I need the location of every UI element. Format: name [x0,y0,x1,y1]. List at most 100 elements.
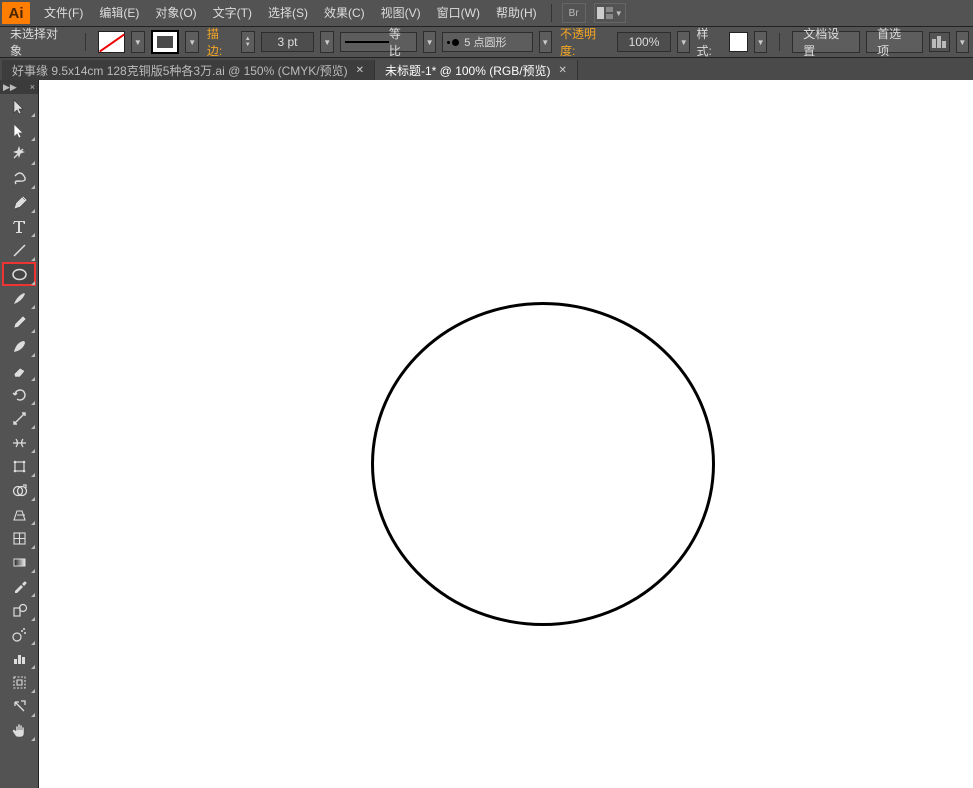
app-logo: Ai [2,2,30,24]
separator [779,33,780,51]
document-tab-2[interactable]: 未标题-1* @ 100% (RGB/预览) ✕ [375,60,578,80]
rotate-tool[interactable] [2,382,36,406]
submenu-indicator [31,689,35,693]
opacity-field[interactable]: 100% [617,32,671,52]
magic-wand-tool[interactable] [2,142,36,166]
tools-panel-header[interactable]: ▶▶ × [0,80,38,94]
free-transform-tool[interactable] [2,454,36,478]
preferences-button[interactable]: 首选项 [866,31,922,53]
grid-icon [597,7,613,19]
pencil-tool[interactable] [2,310,36,334]
brush-dropdown[interactable]: ▼ [539,31,552,53]
blend-icon [11,602,28,619]
menu-view[interactable]: 视图(V) [373,0,429,26]
selection-tool[interactable] [2,94,36,118]
gradient-tool[interactable] [2,550,36,574]
brush-preview-icon: 5 点圆形 [447,34,506,50]
paintbrush-tool[interactable] [2,286,36,310]
submenu-indicator [31,233,35,237]
menu-window[interactable]: 窗口(W) [429,0,488,26]
bridge-button[interactable]: Br [562,3,586,23]
submenu-indicator [31,713,35,717]
menu-bar: Ai 文件(F) 编辑(E) 对象(O) 文字(T) 选择(S) 效果(C) 视… [0,0,973,27]
slice-icon [11,698,28,715]
work-area: ▶▶ × [0,80,973,788]
close-icon[interactable]: ✕ [356,65,364,76]
shape-builder-tool[interactable] [2,478,36,502]
submenu-indicator [31,137,35,141]
style-dropdown[interactable]: ▼ [754,31,767,53]
hand-icon [11,722,28,739]
stroke-label[interactable]: 描边: [205,25,235,59]
tools-panel: ▶▶ × [0,80,39,788]
type-tool[interactable] [2,214,36,238]
blob-brush-tool[interactable] [2,334,36,358]
menu-text[interactable]: 文字(T) [205,0,260,26]
line-tool[interactable] [2,238,36,262]
close-icon[interactable]: × [30,82,35,92]
stroke-swatch[interactable] [151,30,180,54]
opacity-label[interactable]: 不透明度: [558,25,611,59]
artboard-tool[interactable] [2,670,36,694]
width-icon [11,434,28,451]
brush-definition[interactable]: 5 点圆形 [442,32,532,52]
submenu-indicator [31,377,35,381]
stroke-profile-dropdown[interactable]: ▼ [423,31,436,53]
gradient-icon [11,554,28,571]
submenu-indicator [31,617,35,621]
document-tab-1[interactable]: 好事缘 9.5x14cm 128克铜版5种各3万.ai @ 150% (CMYK… [2,60,375,80]
stroke-dropdown[interactable]: ▼ [185,31,198,53]
blend-tool[interactable] [2,598,36,622]
eyedrop-icon [11,578,28,595]
menu-select[interactable]: 选择(S) [260,0,316,26]
menu-effect[interactable]: 效果(C) [316,0,373,26]
submenu-indicator [31,473,35,477]
arrange-documents-button[interactable]: ▼ [594,3,626,23]
column-graph-tool[interactable] [2,646,36,670]
symbol-sprayer-tool[interactable] [2,622,36,646]
menu-edit[interactable]: 编辑(E) [91,0,147,26]
submenu-indicator [31,737,35,741]
ellipse-tool[interactable] [2,262,36,286]
eyedropper-tool[interactable] [2,574,36,598]
align-dropdown[interactable]: ▼ [956,31,969,53]
shapebuild-icon [11,482,28,499]
menu-file[interactable]: 文件(F) [36,0,91,26]
hand-tool[interactable] [2,718,36,742]
pen-icon [11,194,28,211]
graph-icon [11,650,28,667]
stroke-weight-stepper[interactable]: ▲▼ [241,31,254,53]
graphic-style-swatch[interactable] [729,32,748,52]
tab-label: 未标题-1* @ 100% (RGB/预览) [385,62,551,79]
submenu-indicator [31,497,35,501]
width-tool[interactable] [2,430,36,454]
perspective-grid-tool[interactable] [2,502,36,526]
eraser-tool[interactable] [2,358,36,382]
menu-object[interactable]: 对象(O) [147,0,204,26]
fill-dropdown[interactable]: ▼ [131,31,144,53]
slice-tool[interactable] [2,694,36,718]
opacity-dropdown[interactable]: ▼ [677,31,690,53]
stroke-weight-field[interactable]: 3 pt [261,32,315,52]
perspective-icon [11,506,28,523]
document-setup-button[interactable]: 文档设置 [792,31,860,53]
submenu-indicator [31,641,35,645]
separator [551,4,552,22]
mesh-tool[interactable] [2,526,36,550]
submenu-indicator [31,329,35,333]
ellipse-shape[interactable] [371,302,715,626]
close-icon[interactable]: ✕ [559,65,567,76]
artboard-icon [11,674,28,691]
scale-tool[interactable] [2,406,36,430]
lasso-icon [11,170,28,187]
lasso-tool[interactable] [2,166,36,190]
submenu-indicator [31,305,35,309]
menu-help[interactable]: 帮助(H) [488,0,545,26]
align-panel-button[interactable] [929,32,950,52]
direct-selection-tool[interactable] [2,118,36,142]
canvas[interactable] [39,80,973,788]
stroke-weight-dropdown[interactable]: ▼ [320,31,333,53]
stroke-profile[interactable]: 等比 [340,32,417,52]
pen-tool[interactable] [2,190,36,214]
fill-swatch[interactable] [98,31,125,53]
